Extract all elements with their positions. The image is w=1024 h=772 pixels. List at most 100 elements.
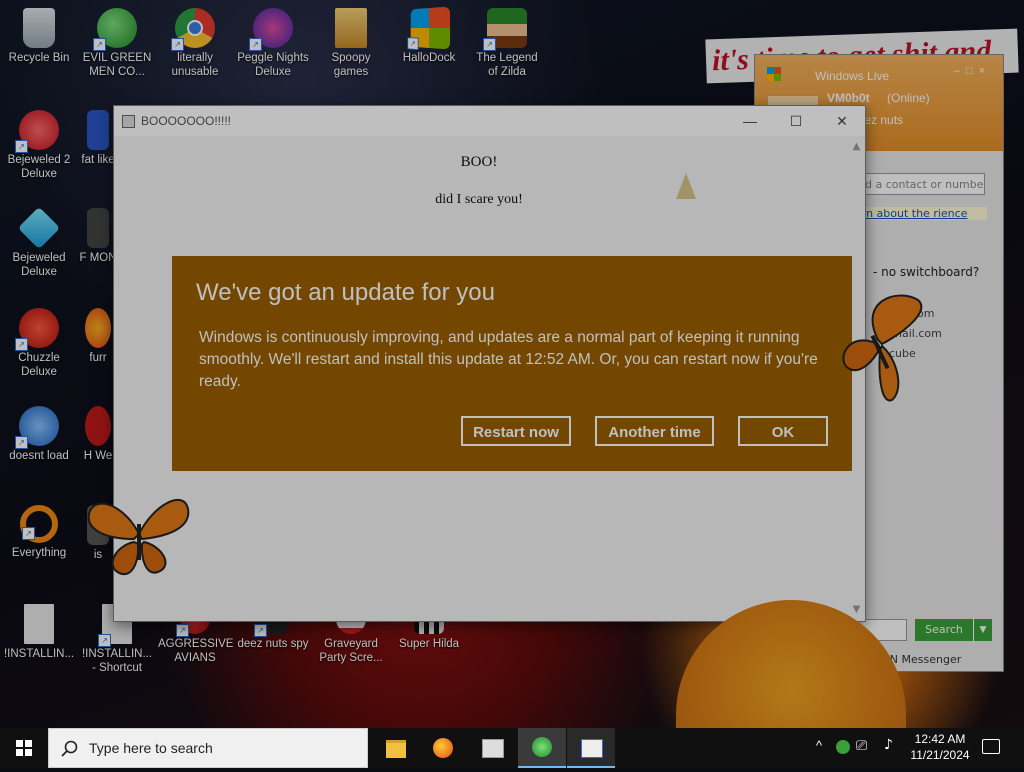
- desktop-icon-f-mon[interactable]: F MON: [78, 208, 118, 265]
- web-search-button[interactable]: Search: [915, 619, 973, 641]
- windows-logo-icon: [16, 740, 32, 756]
- taskbar-app-window[interactable]: [468, 728, 516, 768]
- app-window-icon: [581, 739, 603, 758]
- icon-label: Bejeweled 2 Deluxe: [7, 154, 71, 180]
- scroll-up-icon[interactable]: ▲: [850, 141, 863, 154]
- taskbar-search-placeholder: Type here to search: [89, 740, 213, 756]
- msn-window-controls-icon[interactable]: –□×: [954, 65, 991, 77]
- shortcut-arrow-icon: ↗: [249, 38, 262, 51]
- everything-search-icon: ↗: [20, 505, 58, 543]
- update-heading: We've got an update for you: [196, 279, 496, 306]
- desktop-icon-everything[interactable]: ↗ Everything: [2, 505, 76, 560]
- desktop-icon-doesnt-load[interactable]: ↗ doesnt load: [2, 406, 76, 463]
- game-icon: [87, 208, 109, 248]
- butterfly-icon: [87, 498, 190, 576]
- ok-button[interactable]: OK: [738, 416, 828, 446]
- peggle-icon: ↗: [249, 8, 293, 51]
- shortcut-arrow-icon: ↗: [254, 624, 267, 637]
- icon-label: F MON: [79, 252, 117, 264]
- boo-window-title: BOOOOOOO!!!!!: [141, 114, 232, 128]
- minimize-icon[interactable]: —: [727, 106, 773, 136]
- contact-search-input[interactable]: nd a contact or numbe: [853, 173, 985, 195]
- msn-tray-icon[interactable]: [836, 740, 850, 754]
- windows-live-logo-icon: [767, 67, 781, 81]
- recycle-bin-icon: [23, 8, 55, 48]
- shortcut-arrow-icon: ↗: [22, 527, 35, 540]
- boo-heading: BOO!: [460, 154, 498, 170]
- icon-label: fat like: [81, 154, 115, 166]
- game-icon: [87, 110, 109, 150]
- switchboard-notice: - no switchboard?: [873, 265, 980, 279]
- bejeweled-icon: [17, 206, 61, 250]
- network-icon[interactable]: ⎚: [856, 737, 867, 754]
- icon-label: Bejeweled Deluxe: [12, 252, 66, 278]
- firefox-icon: [85, 308, 111, 348]
- chrome-icon: ↗: [171, 8, 215, 51]
- desktop-icon-bejeweled-2[interactable]: ↗ Bejeweled 2 Deluxe: [2, 110, 76, 181]
- desktop-icon-recycle-bin[interactable]: Recycle Bin: [2, 8, 76, 65]
- desktop-icon-bejeweled[interactable]: Bejeweled Deluxe: [2, 206, 76, 279]
- icon-label: H We: [83, 450, 113, 462]
- document-icon: [24, 604, 54, 644]
- icon-label: !INSTALLIN... - Shortcut: [81, 648, 153, 674]
- update-dialog[interactable]: We've got an update for you Windows is c…: [172, 256, 852, 471]
- another-time-button[interactable]: Another time: [595, 416, 714, 446]
- desktop-icon-literally-unusable[interactable]: ↗ literally unusable: [158, 8, 232, 79]
- desktop-icon-chuzzle[interactable]: ↗ Chuzzle Deluxe: [2, 308, 76, 379]
- desktop-icon-furr[interactable]: furr: [78, 308, 118, 365]
- clock[interactable]: 12:42 AM 11/21/2024: [906, 731, 974, 763]
- desktop-icon-spoopy-games[interactable]: Spoopy games: [314, 8, 388, 79]
- icon-label: AGGRESSIVE AVIANS: [158, 638, 234, 664]
- shortcut-arrow-icon: ↗: [15, 140, 28, 153]
- icon-label: doesnt load: [9, 450, 69, 462]
- msn-title: Windows Live: [815, 69, 890, 83]
- shortcut-arrow-icon: ↗: [98, 634, 111, 647]
- shortcut-arrow-icon: ↗: [15, 436, 28, 449]
- scroll-down-icon[interactable]: ▼: [850, 604, 863, 617]
- icon-label: deez nuts spy: [237, 638, 309, 650]
- icon-label: Recycle Bin: [8, 52, 70, 64]
- app-window-icon: [482, 739, 504, 758]
- shortcut-arrow-icon: ↗: [483, 38, 496, 51]
- taskbar-app-boo[interactable]: [567, 728, 615, 768]
- start-button[interactable]: [0, 728, 48, 768]
- restart-now-button[interactable]: Restart now: [461, 416, 571, 446]
- taskbar-app-file-explorer[interactable]: [372, 728, 420, 768]
- close-icon[interactable]: ✕: [819, 106, 865, 136]
- chuzzle-icon: ↗: [15, 308, 59, 351]
- desktop-icon-fat-like[interactable]: fat like: [78, 110, 118, 167]
- zelda-icon: ↗: [483, 8, 527, 51]
- volume-icon[interactable]: ♪: [884, 737, 893, 753]
- msn-username[interactable]: VM0b0t: [827, 91, 870, 105]
- taskbar-app-firefox[interactable]: [420, 728, 468, 768]
- desktop-icon-evil-green-men[interactable]: ↗ EVIL GREEN MEN CO...: [80, 8, 154, 79]
- folder-icon: [335, 8, 367, 48]
- system-tray: ^ ⎚: [814, 728, 874, 768]
- icon-label: Chuzzle Deluxe: [18, 352, 60, 378]
- desktop-icon-legend-of-zilda[interactable]: ↗ The Legend of Zilda: [470, 8, 544, 79]
- clock-time: 12:42 AM: [914, 732, 966, 746]
- chevron-down-icon[interactable]: ▼: [973, 619, 992, 641]
- learn-more-link[interactable]: arn about the rience: [855, 207, 987, 220]
- desktop-icon-peggle[interactable]: ↗ Peggle Nights Deluxe: [236, 8, 310, 79]
- chevron-up-icon[interactable]: ^: [816, 738, 822, 753]
- shortcut-arrow-icon: ↗: [171, 38, 184, 51]
- shortcut-arrow-icon: ↗: [176, 624, 189, 637]
- taskbar-search-box[interactable]: Type here to search: [48, 728, 368, 768]
- icon-label: Spoopy games: [331, 52, 371, 78]
- msn-people-icon: [532, 737, 552, 757]
- desktop-icon-hallodock[interactable]: ↗ HalloDock: [392, 6, 466, 65]
- taskbar-app-messenger[interactable]: [518, 728, 566, 768]
- icon-label: HalloDock: [402, 52, 456, 64]
- desktop-icon-h-we[interactable]: H We: [78, 406, 118, 463]
- msn-status[interactable]: (Online): [887, 91, 930, 105]
- msn-people-icon: ↗: [93, 8, 137, 51]
- icon-label: Peggle Nights Deluxe: [237, 52, 309, 78]
- notification-icon[interactable]: [982, 739, 1000, 754]
- maximize-icon[interactable]: ☐: [773, 106, 819, 136]
- icon-label: !INSTALLIN...: [3, 648, 75, 660]
- firefox-icon: [433, 738, 453, 758]
- desktop-icon-installing[interactable]: !INSTALLIN...: [2, 604, 76, 661]
- boo-titlebar[interactable]: BOOOOOOO!!!!! — ☐ ✕: [114, 106, 865, 136]
- ghost-cursor-icon: [676, 173, 696, 199]
